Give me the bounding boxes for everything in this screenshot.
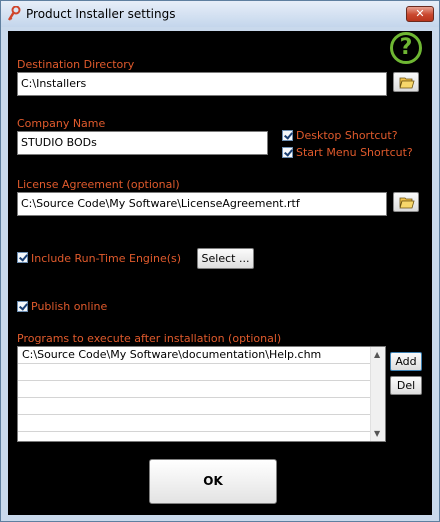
close-icon: ✕ (415, 7, 425, 20)
publish-online-checkbox[interactable] (17, 301, 28, 312)
delete-program-button[interactable]: Del (390, 376, 422, 395)
start-menu-shortcut-checkbox[interactable] (282, 147, 293, 158)
title-bar[interactable]: Product Installer settings ✕ (1, 1, 439, 27)
list-item[interactable]: C:\Source Code\My Software\documentation… (18, 347, 371, 364)
publish-online-label[interactable]: Publish online (31, 300, 107, 313)
folder-open-icon (399, 77, 415, 89)
close-button[interactable]: ✕ (406, 6, 434, 22)
license-agreement-label: License Agreement (optional) (17, 178, 180, 191)
scroll-up-icon[interactable]: ▲ (374, 350, 380, 359)
start-menu-shortcut-label[interactable]: Start Menu Shortcut? (296, 146, 413, 159)
license-agreement-input[interactable]: C:\Source Code\My Software\LicenseAgreem… (17, 192, 387, 216)
programs-list[interactable]: C:\Source Code\My Software\documentation… (17, 346, 386, 442)
folder-open-icon (399, 197, 415, 209)
destination-directory-input[interactable]: C:\Installers (17, 72, 387, 96)
company-name-label: Company Name (17, 117, 106, 130)
programs-scrollbar[interactable]: ▲ ▼ (370, 347, 385, 441)
destination-directory-label: Destination Directory (17, 58, 135, 71)
company-name-input[interactable]: STUDIO BODs (17, 131, 268, 155)
desktop-shortcut-checkbox[interactable] (282, 130, 293, 141)
add-program-button[interactable]: Add (390, 352, 422, 371)
help-icon[interactable]: ? (390, 32, 422, 64)
runtime-engine-label[interactable]: Include Run-Time Engine(s) (31, 252, 181, 265)
settings-panel: ? Destination Directory C:\Installers Co… (8, 31, 432, 515)
programs-label: Programs to execute after installation (… (17, 332, 282, 345)
wrench-key-icon (7, 6, 21, 21)
scroll-down-icon[interactable]: ▼ (374, 429, 380, 438)
ok-button[interactable]: OK (149, 459, 277, 504)
list-item[interactable] (18, 398, 371, 415)
list-item[interactable] (18, 364, 371, 381)
select-runtime-button[interactable]: Select ... (197, 248, 254, 269)
list-item[interactable] (18, 415, 371, 432)
runtime-engine-checkbox[interactable] (17, 252, 28, 263)
desktop-shortcut-label[interactable]: Desktop Shortcut? (296, 129, 398, 142)
window-title: Product Installer settings (26, 7, 176, 21)
installer-settings-window: Product Installer settings ✕ ? Destinati… (0, 0, 440, 522)
list-item[interactable] (18, 381, 371, 398)
browse-license-button[interactable] (393, 192, 419, 212)
browse-destination-button[interactable] (393, 72, 419, 92)
